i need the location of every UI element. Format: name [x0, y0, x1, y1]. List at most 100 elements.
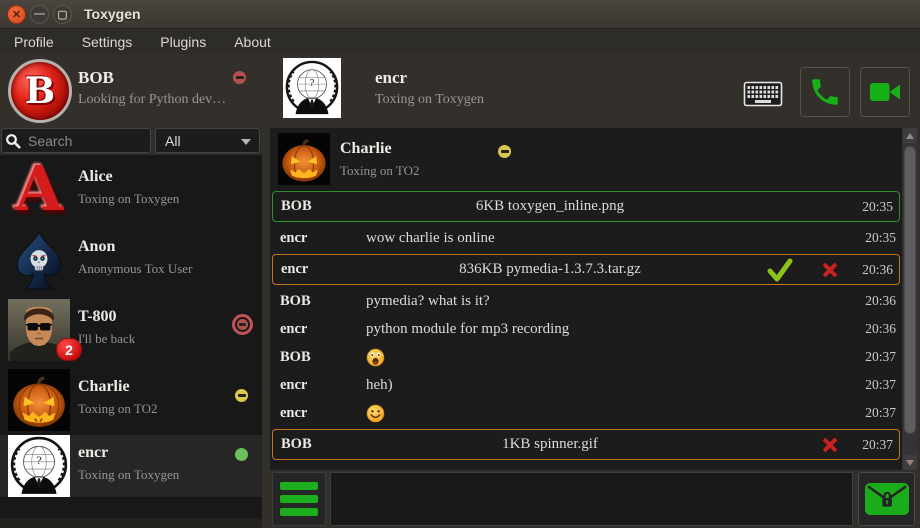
filter-row: All: [0, 128, 262, 155]
message-sender: encr: [280, 321, 366, 338]
menu-about[interactable]: About: [220, 34, 285, 50]
message-time: 20:35: [847, 199, 893, 215]
close-icon[interactable]: ✕: [7, 5, 26, 24]
contact-item-t800[interactable]: 2 T-800 I'll be back: [0, 295, 262, 365]
contact-status-message: I'll be back: [78, 331, 135, 347]
search-box: [0, 128, 153, 155]
list-footer: [0, 518, 262, 528]
contact-name: Anon: [78, 238, 115, 256]
active-chat-status-message: Toxing on Toxygen: [375, 92, 484, 108]
encrypted-send-icon: [864, 482, 910, 516]
message-time: 20:37: [850, 349, 896, 365]
message-row: BOB 20:37: [270, 343, 902, 371]
header: B BOB Looking for Python dev… ? encr: [0, 54, 920, 128]
search-input[interactable]: [1, 128, 151, 153]
contact-filter-dropdown[interactable]: All: [155, 128, 260, 153]
chat-area: Charlie Toxing on TO2 BOB 6KB toxygen_in…: [270, 128, 902, 470]
menu-settings[interactable]: Settings: [68, 34, 147, 50]
audio-call-button[interactable]: [800, 67, 850, 117]
menu-profile[interactable]: Profile: [0, 34, 68, 50]
file-transfer-label: 1KB spinner.gif: [367, 436, 733, 453]
online-status-icon: [235, 448, 248, 461]
contact-filter-value: All: [165, 133, 181, 149]
window-controls: ✕ — ▢: [0, 5, 72, 24]
window-title: Toxygen: [84, 6, 141, 22]
self-status-message[interactable]: Looking for Python dev…: [78, 92, 226, 108]
alice-avatar: A: [8, 159, 70, 221]
video-camera-icon: [867, 74, 903, 110]
message-input[interactable]: [330, 472, 853, 526]
message-time: 20:36: [847, 262, 893, 278]
video-call-button[interactable]: [860, 67, 910, 117]
self-avatar[interactable]: B: [8, 59, 72, 123]
peer-status-message: Toxing on TO2: [340, 163, 420, 179]
message-text: pymedia? what is it?: [366, 293, 850, 310]
charlie-avatar: [8, 369, 70, 431]
astonished-smiley-icon: [366, 348, 385, 367]
message-sender: encr: [280, 377, 366, 394]
menu-plugins[interactable]: Plugins: [146, 34, 220, 50]
message-sender: encr: [280, 405, 366, 422]
message-row: encr heh) 20:37: [270, 371, 902, 399]
message-row: encr wow charlie is online 20:35: [270, 224, 902, 252]
message-text: python module for mp3 recording: [366, 321, 850, 338]
away-status-icon: [498, 145, 511, 158]
message-time: 20:35: [850, 230, 896, 246]
contact-item-anon[interactable]: Anon Anonymous Tox User: [0, 225, 262, 295]
message-sender: BOB: [280, 293, 366, 310]
peer-name: Charlie: [340, 140, 392, 158]
cancel-transfer-icon[interactable]: [819, 434, 841, 456]
file-transfer-row: encr 836KB pymedia-1.3.7.3.tar.gz 20:36: [272, 254, 900, 285]
scrollbar-thumb[interactable]: [904, 146, 916, 434]
hamburger-menu-icon: [280, 482, 318, 490]
chat-scrollbar[interactable]: [903, 128, 917, 470]
message-text: heh): [366, 377, 850, 394]
maximize-icon[interactable]: ▢: [53, 5, 72, 24]
contact-item-charlie[interactable]: Charlie Toxing on TO2: [0, 365, 262, 435]
contact-status-message: Toxing on TO2: [78, 401, 158, 417]
contact-item-encr[interactable]: ? encr Toxing on Toxygen: [0, 435, 262, 497]
chat-peer-widget: Charlie Toxing on TO2: [270, 133, 902, 189]
contact-status-message: Toxing on Toxygen: [78, 191, 179, 207]
spade-skull-icon: [8, 229, 70, 291]
contact-name: T-800: [78, 308, 117, 326]
message-sender: encr: [281, 261, 367, 278]
file-transfer-row: BOB 1KB spinner.gif 20:37: [272, 429, 900, 460]
contact-list: A Alice Toxing on Toxygen: [0, 155, 262, 528]
pumpkin-icon: [278, 133, 330, 185]
attachment-menu-button[interactable]: [272, 472, 326, 526]
titlebar: ✕ — ▢ Toxygen: [0, 0, 920, 29]
message-sender: encr: [280, 230, 366, 247]
self-busy-status-icon[interactable]: [233, 71, 246, 84]
encr-avatar: ?: [8, 435, 70, 497]
minimize-icon[interactable]: —: [30, 5, 49, 24]
anonymous-mask-icon: ?: [8, 435, 70, 497]
contact-status-message: Anonymous Tox User: [78, 261, 192, 277]
accept-transfer-icon[interactable]: [767, 258, 793, 282]
message-row: BOB pymedia? what is it? 20:36: [270, 287, 902, 315]
smile-smiley-icon: [366, 404, 385, 423]
decline-transfer-icon[interactable]: [819, 259, 841, 281]
send-button[interactable]: [858, 472, 915, 526]
toxygen-window: ✕ — ▢ Toxygen Profile Settings Plugins A…: [0, 0, 920, 528]
anonymous-mask-icon: ?: [283, 58, 341, 118]
contact-name: Alice: [78, 168, 113, 186]
phone-icon: [808, 75, 842, 109]
file-transfer-label: 836KB pymedia-1.3.7.3.tar.gz: [367, 261, 733, 278]
message-text: wow charlie is online: [366, 230, 850, 247]
message-sender: BOB: [281, 436, 367, 453]
anon-avatar: [8, 229, 70, 291]
message-sender: BOB: [280, 349, 366, 366]
self-name[interactable]: BOB: [78, 68, 114, 88]
message-time: 20:36: [850, 293, 896, 309]
menu-bar: Profile Settings Plugins About: [0, 29, 920, 54]
contact-item-alice[interactable]: A Alice Toxing on Toxygen: [0, 155, 262, 225]
message-sender: BOB: [281, 198, 367, 215]
contact-name: Charlie: [78, 378, 130, 396]
message-row: encr 20:37: [270, 399, 902, 427]
file-transfer-row: BOB 6KB toxygen_inline.png 20:35: [272, 191, 900, 222]
message-time: 20:37: [850, 377, 896, 393]
svg-text:?: ?: [36, 455, 42, 467]
scroll-up-icon[interactable]: [903, 128, 917, 143]
scroll-down-icon[interactable]: [903, 455, 917, 470]
